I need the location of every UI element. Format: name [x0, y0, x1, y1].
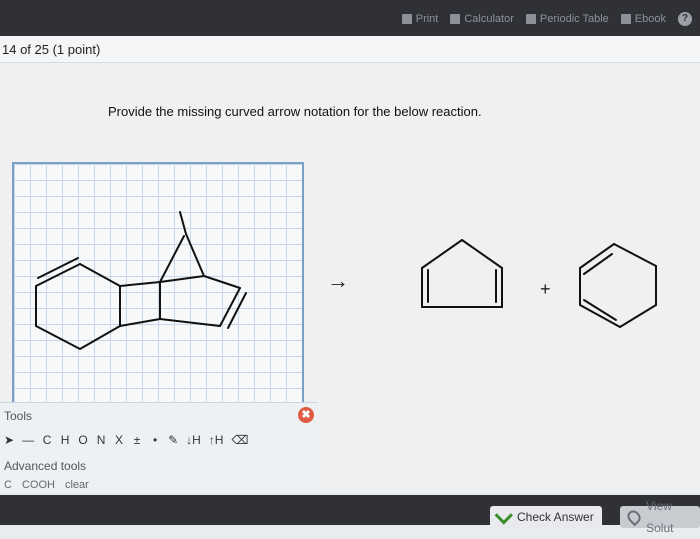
question-prompt: Provide the missing curved arrow notatio… — [108, 104, 482, 119]
plus-sign: + — [540, 279, 551, 299]
close-tools-button[interactable]: ✖ — [298, 407, 314, 423]
periodic-table-tool[interactable]: Periodic Table — [525, 13, 609, 25]
eraser-icon[interactable]: ⌫ — [231, 433, 248, 447]
add-h-button[interactable]: ↓H — [186, 433, 201, 447]
reaction-arrow: → — [327, 268, 349, 293]
tools-panel: Tools ✖ ➤ — C H O N X ± • ✎ ↓H ↑H ⌫ Adva… — [0, 402, 318, 491]
book-icon — [620, 14, 631, 24]
advanced-tools-label: Advanced tools — [4, 459, 87, 473]
calculator-icon — [450, 14, 461, 24]
advanced-toolbar: C COOH clear — [4, 479, 89, 491]
table-icon — [525, 14, 536, 24]
check-icon — [494, 505, 513, 525]
question-header: 14 of 25 (1 point) — [0, 36, 700, 63]
oxygen-button[interactable]: O — [78, 433, 88, 447]
ebook-tool[interactable]: Ebook — [620, 13, 666, 25]
top-toolbar: Print Calculator Periodic Table Ebook ? — [0, 0, 700, 36]
hydrogen-button[interactable]: H — [60, 433, 70, 447]
halogen-button[interactable]: X — [114, 433, 124, 447]
charge-tool[interactable]: ± — [132, 433, 142, 447]
print-tool[interactable]: Print — [401, 13, 438, 25]
calculator-tool[interactable]: Calculator — [450, 13, 514, 25]
element-toolbar: ➤ — C H O N X ± • ✎ ↓H ↑H ⌫ — [4, 433, 248, 447]
tools-title: Tools — [4, 409, 33, 423]
clear-button[interactable]: clear — [65, 479, 89, 491]
printer-icon — [401, 14, 412, 24]
nitrogen-button[interactable]: N — [96, 433, 106, 447]
carbon-button[interactable]: C — [42, 433, 52, 447]
arrow-tool[interactable]: ➤ — [4, 433, 14, 447]
starting-material-structure — [35, 211, 247, 350]
drawing-canvas[interactable] — [12, 162, 304, 406]
remove-h-button[interactable]: ↑H — [209, 433, 224, 447]
radical-tool[interactable]: • — [150, 433, 160, 447]
location-pin-icon — [624, 507, 644, 527]
help-icon[interactable]: ? — [678, 12, 692, 26]
pencil-icon[interactable]: ✎ — [168, 433, 178, 447]
bond-tool[interactable]: — — [22, 433, 34, 447]
cooh-button[interactable]: COOH — [22, 479, 55, 491]
question-number: 14 of 25 (1 point) — [2, 42, 101, 57]
carbon-chain-button[interactable]: C — [4, 479, 12, 491]
